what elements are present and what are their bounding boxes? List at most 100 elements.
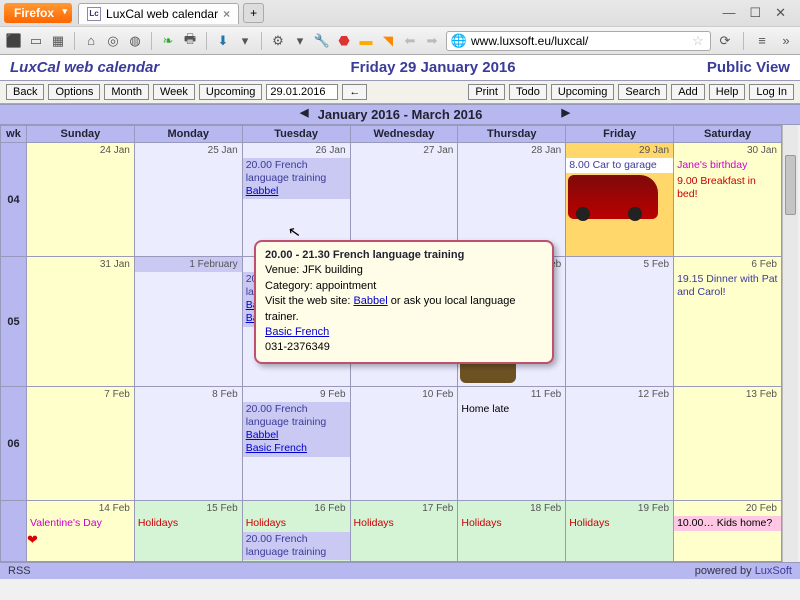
print-icon[interactable]: 🖶: [182, 33, 198, 49]
event-item[interactable]: 20.00 French language training: [243, 532, 350, 560]
heart-icon: ❤: [27, 532, 38, 547]
event-item[interactable]: Holidays: [243, 516, 350, 531]
tooltip-link-basic[interactable]: Basic French: [265, 326, 329, 338]
options-button[interactable]: Options: [48, 84, 100, 100]
browser-tab[interactable]: Lc LuxCal web calendar ×: [78, 3, 239, 24]
day-cell[interactable]: 20 Feb10.00… Kids home?: [674, 501, 782, 562]
event-item[interactable]: Holidays: [458, 516, 565, 531]
next-range-button[interactable]: ▶: [562, 106, 570, 119]
reload-icon[interactable]: ⟳: [717, 33, 733, 49]
search-button[interactable]: Search: [618, 84, 667, 100]
day-cell[interactable]: 31 Jan: [27, 257, 135, 387]
tooltip-visit: Visit the web site: Babbel or ask you lo…: [265, 294, 543, 325]
event-item[interactable]: 20.00 French language trainingBabbelBasi…: [243, 402, 350, 457]
prev-range-button[interactable]: ◀: [300, 106, 308, 119]
download-icon[interactable]: ⬇: [215, 33, 231, 49]
print-button[interactable]: Print: [468, 84, 505, 100]
help-button[interactable]: Help: [709, 84, 746, 100]
menu-icon[interactable]: ≡: [754, 33, 770, 49]
star-icon[interactable]: ☆: [690, 33, 706, 49]
date-input[interactable]: [266, 84, 338, 100]
tooltip-link-babbel[interactable]: Babbel: [353, 295, 387, 307]
upcoming-button[interactable]: Upcoming: [199, 84, 263, 100]
chevrons-icon[interactable]: »: [778, 33, 794, 49]
event-item[interactable]: Holidays: [351, 516, 458, 531]
day-cell[interactable]: 14 Feb Valentine's Day ❤: [27, 501, 135, 562]
day-cell[interactable]: 1 February: [134, 257, 242, 387]
event-item[interactable]: Holidays: [566, 516, 673, 531]
day-number: 9 Feb: [243, 387, 350, 402]
maximize-icon[interactable]: ☐: [749, 5, 761, 21]
event-tooltip: 20.00 - 21.30 French language training V…: [254, 240, 554, 364]
event-item[interactable]: 19.15 Dinner with Pat and Carol!: [674, 272, 781, 300]
stop-icon[interactable]: ⬣: [336, 33, 352, 49]
day-cell[interactable]: 25 Jan: [134, 143, 242, 257]
day-cell[interactable]: 5 Feb: [566, 257, 674, 387]
tab-close-icon[interactable]: ×: [223, 7, 230, 21]
day-number: 16 Feb: [243, 501, 350, 516]
action-toolbar: Back Options Month Week Upcoming ← Print…: [0, 81, 800, 104]
gear-icon[interactable]: ⚙: [270, 33, 286, 49]
event-item[interactable]: 9.00 Breakfast in bed!: [674, 174, 781, 202]
day-cell[interactable]: 17 FebHolidays: [350, 501, 458, 562]
panel-icon[interactable]: ▭: [28, 33, 44, 49]
day-cell[interactable]: 30 Jan Jane's birthday 9.00 Breakfast in…: [674, 143, 782, 257]
day-cell[interactable]: 15 FebHolidays: [134, 501, 242, 562]
day-cell[interactable]: 10 Feb: [350, 387, 458, 501]
day-cell[interactable]: 18 FebHolidays: [458, 501, 566, 562]
day-cell[interactable]: 7 Feb: [27, 387, 135, 501]
col-sat: Saturday: [674, 126, 782, 143]
day-number: 10 Feb: [351, 387, 458, 402]
todo-button[interactable]: Todo: [509, 84, 547, 100]
grid-icon[interactable]: ▦: [50, 33, 66, 49]
pocket-icon[interactable]: ⬛: [6, 33, 22, 49]
event-item[interactable]: Valentine's Day: [27, 516, 134, 531]
vertical-scrollbar[interactable]: [782, 125, 798, 562]
event-item[interactable]: Holidays: [135, 516, 242, 531]
day-cell[interactable]: 6 Feb 19.15 Dinner with Pat and Carol!: [674, 257, 782, 387]
month-button[interactable]: Month: [104, 84, 149, 100]
dropdown-icon[interactable]: ▾: [237, 33, 253, 49]
event-item[interactable]: Jane's birthday: [674, 158, 781, 173]
day-cell[interactable]: 12 Feb: [566, 387, 674, 501]
event-item[interactable]: 8.00 Car to garage: [566, 158, 673, 173]
scrollbar-thumb[interactable]: [785, 155, 796, 215]
upcoming2-button[interactable]: Upcoming: [551, 84, 615, 100]
day-cell-today[interactable]: 29 Jan 8.00 Car to garage: [566, 143, 674, 257]
day-cell[interactable]: 24 Jan: [27, 143, 135, 257]
url-bar[interactable]: 🌐 ☆: [446, 31, 711, 51]
url-input[interactable]: [471, 34, 686, 48]
event-item[interactable]: 20.00 French language trainingBabbel: [243, 158, 350, 199]
day-cell[interactable]: 8 Feb: [134, 387, 242, 501]
close-window-icon[interactable]: ✕: [775, 5, 786, 21]
new-tab-button[interactable]: +: [243, 3, 264, 23]
dropdown2-icon[interactable]: ▾: [292, 33, 308, 49]
day-cell[interactable]: 19 FebHolidays: [566, 501, 674, 562]
event-item[interactable]: Home late: [458, 402, 565, 417]
back-button[interactable]: Back: [6, 84, 44, 100]
add-button[interactable]: Add: [671, 84, 705, 100]
back-icon[interactable]: ⬅: [402, 33, 418, 49]
day-cell[interactable]: 11 Feb Home late: [458, 387, 566, 501]
rss-link[interactable]: RSS: [8, 565, 31, 577]
day-cell[interactable]: 9 Feb 20.00 French language trainingBabb…: [242, 387, 350, 501]
day-cell[interactable]: 13 Feb: [674, 387, 782, 501]
week-button[interactable]: Week: [153, 84, 195, 100]
wknum: 06: [1, 387, 27, 501]
wrench-icon[interactable]: 🔧: [314, 33, 330, 49]
leaf-icon[interactable]: ❧: [160, 33, 176, 49]
day-number: 1 February: [135, 257, 242, 272]
go-button[interactable]: ←: [342, 84, 367, 100]
target-icon[interactable]: ◎: [105, 33, 121, 49]
login-button[interactable]: Log In: [749, 84, 794, 100]
event-item[interactable]: 10.00… Kids home?: [674, 516, 781, 531]
rss-icon[interactable]: ◥: [380, 33, 396, 49]
gear2-icon[interactable]: ◍: [127, 33, 143, 49]
home-icon[interactable]: ⌂: [83, 33, 99, 49]
firefox-menu-button[interactable]: Firefox: [4, 3, 72, 23]
day-cell[interactable]: 16 FebHolidays20.00 French language trai…: [242, 501, 350, 562]
forward-icon[interactable]: ➡: [424, 33, 440, 49]
minimize-icon[interactable]: —: [722, 5, 735, 21]
luxsoft-link[interactable]: LuxSoft: [755, 565, 792, 577]
folder-icon[interactable]: ▬: [358, 33, 374, 49]
